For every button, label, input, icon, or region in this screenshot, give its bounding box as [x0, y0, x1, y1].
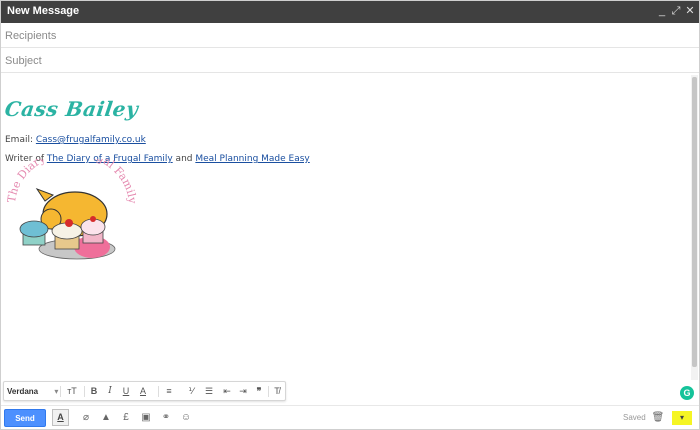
compose-window: New Message _ ⤢ ✕ Cass Bailey Email: Cas… — [0, 0, 700, 430]
frugal-family-logo: The Diary Of A Frugal Family — [7, 159, 137, 260]
toolbar-divider — [84, 386, 85, 397]
toolbar-divider — [268, 386, 269, 397]
and-text: and — [172, 154, 196, 164]
minimize-icon[interactable]: _ — [655, 4, 669, 18]
fullscreen-icon[interactable]: ⤢ — [669, 4, 683, 18]
drive-icon[interactable]: ▲ — [99, 411, 113, 425]
subject-input[interactable] — [5, 52, 685, 69]
compose-bottom-bar: Send A ⌀ ▲ £ ▣ ⚭ ☺ Saved 🗑 ▾ — [1, 405, 699, 429]
numbered-list-icon[interactable]: ⅟ — [184, 384, 198, 399]
toolbar-divider — [158, 386, 159, 397]
font-size-button[interactable]: тT — [64, 384, 80, 399]
compose-title: New Message — [7, 5, 80, 17]
send-button[interactable]: Send — [4, 409, 46, 427]
bold-button[interactable]: B — [88, 384, 100, 399]
more-options-button[interactable]: ▾ — [672, 411, 692, 425]
recipients-row — [1, 23, 699, 48]
formatting-toolbar: Verdana ▾ тT B I U A ≡ ⅟ ☰ ⇤ ⇥ ❞ T̸ — [3, 381, 286, 401]
message-body[interactable]: Cass Bailey Email: Cass@frugalfamily.co.… — [1, 75, 691, 380]
saved-status: Saved — [623, 413, 646, 422]
underline-button[interactable]: U — [120, 384, 132, 399]
compose-titlebar[interactable]: New Message _ ⤢ ✕ — [1, 1, 699, 23]
close-icon[interactable]: ✕ — [683, 4, 697, 18]
insert-photo-icon[interactable]: ▣ — [139, 411, 153, 425]
formatting-options-button[interactable]: A — [52, 409, 69, 426]
email-prefix: Email: — [5, 135, 36, 145]
body-scrollbar[interactable] — [691, 75, 698, 380]
email-link[interactable]: Cass@frugalfamily.co.uk — [36, 135, 146, 145]
clear-formatting-icon[interactable]: T̸ — [271, 384, 283, 399]
italic-button[interactable]: I — [104, 384, 116, 399]
scrollbar-thumb[interactable] — [692, 77, 697, 367]
text-color-button[interactable]: A — [136, 384, 150, 399]
discard-draft-icon[interactable]: 🗑 — [651, 411, 665, 425]
recipients-input[interactable] — [5, 27, 685, 44]
indent-less-icon[interactable]: ⇤ — [220, 384, 234, 399]
align-button[interactable]: ≡ — [162, 384, 176, 399]
bulleted-list-icon[interactable]: ☰ — [202, 384, 216, 399]
font-select[interactable]: Verdana ▾ — [7, 385, 58, 398]
toolbar-divider — [60, 386, 61, 397]
signature-email-line: Email: Cass@frugalfamily.co.uk — [5, 135, 146, 145]
quote-icon[interactable]: ❞ — [252, 384, 266, 399]
insert-link-icon[interactable]: ⚭ — [159, 411, 173, 425]
subject-row — [1, 48, 699, 73]
attach-file-icon[interactable]: ⌀ — [79, 411, 93, 425]
emoji-icon[interactable]: ☺ — [179, 411, 193, 425]
send-money-icon[interactable]: £ — [119, 411, 133, 425]
font-caret-icon: ▾ — [54, 387, 59, 396]
indent-more-icon[interactable]: ⇥ — [236, 384, 250, 399]
book2-link[interactable]: Meal Planning Made Easy — [195, 154, 309, 164]
signature-name: Cass Bailey — [3, 97, 140, 121]
grammarly-icon[interactable]: G — [680, 386, 694, 400]
